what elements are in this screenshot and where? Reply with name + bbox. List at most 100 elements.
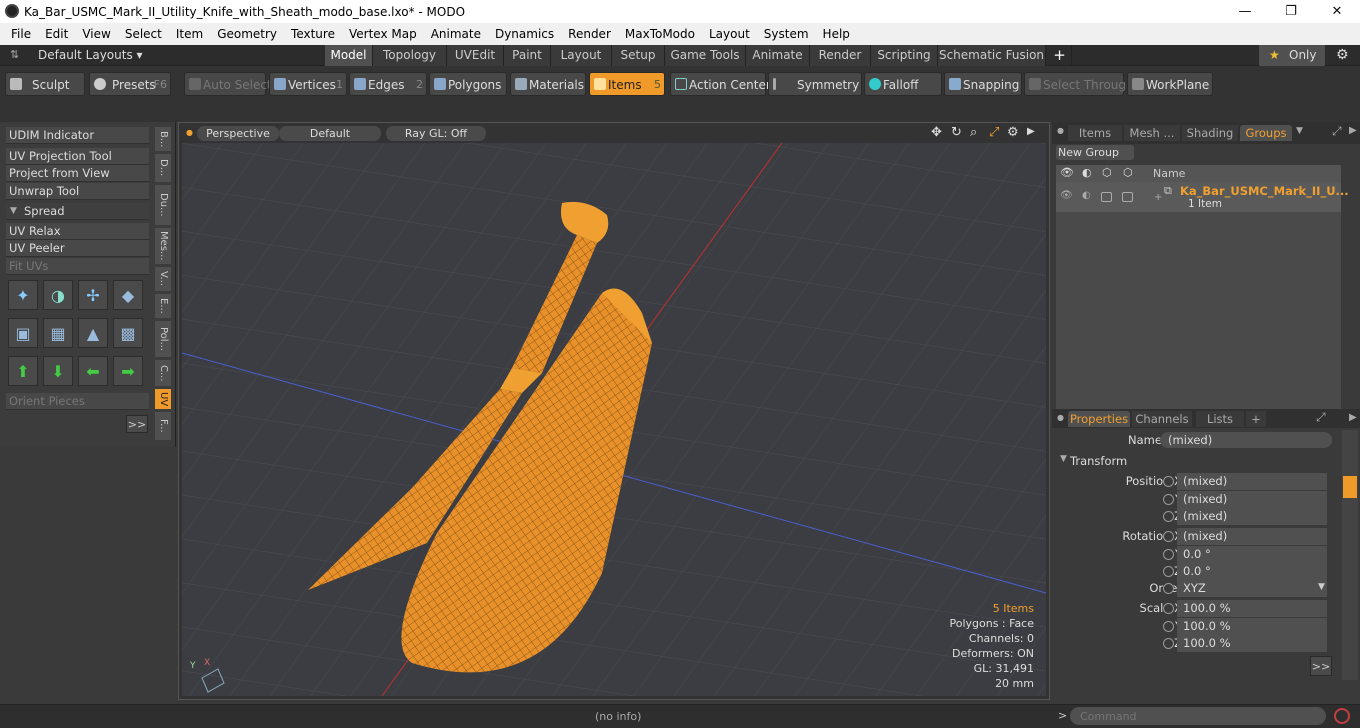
zoom-icon[interactable]: ⌕	[970, 125, 977, 140]
rotation-z-row[interactable]: Z0.0 °	[1052, 563, 1342, 580]
group-eye-icon[interactable]: 👁	[1060, 190, 1073, 201]
tab-groups[interactable]: Groups	[1240, 125, 1292, 141]
tab-shading[interactable]: Shading	[1182, 125, 1238, 141]
menu-file[interactable]: File	[4, 27, 38, 41]
arrow-right-icon[interactable]: ➡	[113, 356, 143, 386]
auto-select-button[interactable]: Auto Select	[184, 72, 272, 96]
tab-render[interactable]: Render	[810, 45, 871, 66]
lock-icon[interactable]: ◐	[1082, 166, 1092, 179]
more-tools-button[interactable]: >>	[126, 415, 148, 433]
more-properties-button[interactable]: >>	[1310, 656, 1332, 676]
workplane-button[interactable]: WorkPlane	[1127, 72, 1213, 96]
materials-button[interactable]: Materials	[510, 72, 586, 96]
rotation-x-row[interactable]: Rotation X (mixed)	[1052, 528, 1342, 545]
tab-properties[interactable]: Properties	[1068, 411, 1130, 427]
position-x-row[interactable]: Position X (mixed)	[1052, 473, 1342, 490]
eye-icon[interactable]: 👁	[1060, 166, 1074, 179]
uv-box-icon[interactable]: ◆	[113, 280, 143, 310]
menu-texture[interactable]: Texture	[284, 27, 342, 41]
tab-lists[interactable]: Lists	[1196, 411, 1244, 427]
vertices-button[interactable]: Vertices 1	[269, 72, 347, 96]
arrow-left-icon[interactable]: ⬅	[78, 356, 108, 386]
scale-x-row[interactable]: Scale X 100.0 %	[1052, 600, 1342, 617]
uv-projection-tool-button[interactable]: UV Projection Tool	[6, 148, 149, 165]
gear-icon[interactable]: ⚙	[1336, 47, 1349, 63]
keyframe-dot-icon[interactable]	[1163, 476, 1174, 487]
snapping-button[interactable]: Snapping	[944, 72, 1022, 96]
expand-panel-icon[interactable]: ⤢	[1316, 410, 1326, 425]
tab-channels[interactable]: Channels	[1132, 411, 1192, 427]
vtab-v[interactable]: V...	[155, 267, 171, 291]
chevron-down-icon[interactable]: ▼	[1060, 454, 1067, 464]
menu-dynamics[interactable]: Dynamics	[488, 27, 561, 41]
keyframe-dot-icon[interactable]	[1163, 583, 1174, 594]
vtab-e[interactable]: E...	[155, 294, 171, 318]
keyframe-dot-icon[interactable]	[1163, 531, 1174, 542]
perspective-dropdown[interactable]: Perspective	[197, 126, 279, 141]
3d-viewport[interactable]: Y X 5 Items Polygons : Face Channels: 0 …	[182, 143, 1046, 696]
uv-transform-icon[interactable]: ✦	[8, 280, 38, 310]
order-row[interactable]: OrderXYZ▼	[1052, 580, 1342, 597]
minimize-button[interactable]: —	[1222, 0, 1268, 23]
vtab-f[interactable]: F...	[155, 412, 171, 440]
tab-items[interactable]: Items	[1068, 125, 1122, 141]
uv-move-icon[interactable]: ✢	[78, 280, 108, 310]
default-layouts-dropdown[interactable]: Default Layouts ▾	[38, 48, 143, 62]
vtab-uv[interactable]: UV	[155, 389, 171, 409]
menu-select[interactable]: Select	[118, 27, 169, 41]
tab-topology[interactable]: Topology	[373, 45, 447, 66]
menu-geometry[interactable]: Geometry	[210, 27, 284, 41]
scale-y-row[interactable]: Y100.0 %	[1052, 618, 1342, 635]
group-render-checkbox[interactable]	[1101, 192, 1112, 202]
expand-arrows-icon[interactable]: ⇅	[10, 48, 19, 61]
tab-animate[interactable]: Animate	[746, 45, 810, 66]
group-select-checkbox[interactable]	[1122, 192, 1133, 202]
chevron-down-icon[interactable]: ▼	[1318, 582, 1325, 592]
vtab-c[interactable]: C...	[155, 360, 171, 386]
uv-sphere-icon[interactable]: ▩	[113, 318, 143, 348]
tab-scripting[interactable]: Scripting	[871, 45, 938, 66]
close-button[interactable]: ✕	[1314, 0, 1360, 23]
viewport-settings-icon[interactable]: ⚙	[1007, 125, 1019, 140]
select-icon[interactable]: ⬡	[1123, 166, 1133, 179]
tab-uvedit[interactable]: UVEdit	[447, 45, 504, 66]
keyframe-dot-icon[interactable]	[1163, 511, 1174, 522]
project-from-view-button[interactable]: Project from View	[6, 165, 149, 182]
rotation-y-row[interactable]: Y0.0 °	[1052, 546, 1342, 563]
fit-uvs-button[interactable]: Fit UVs	[6, 258, 149, 275]
shading-dropdown[interactable]: Default	[279, 126, 381, 141]
keyframe-dot-icon[interactable]	[1163, 621, 1174, 632]
vtab-b[interactable]: B...	[155, 127, 171, 151]
expand-plus-icon[interactable]: +	[1154, 192, 1162, 203]
spread-button[interactable]: ▼ Spread	[6, 203, 149, 220]
fit-view-icon[interactable]: ⤢	[989, 125, 999, 140]
tab-layout[interactable]: Layout	[551, 45, 612, 66]
add-tab-button[interactable]: +	[1246, 411, 1266, 427]
sculpt-button[interactable]: Sculpt	[5, 72, 85, 96]
tab-game-tools[interactable]: Game Tools	[665, 45, 746, 66]
rotate-view-icon[interactable]: ↻	[951, 125, 962, 140]
order-dropdown[interactable]: XYZ	[1177, 580, 1327, 597]
menu-animate[interactable]: Animate	[424, 27, 488, 41]
orient-pieces-button[interactable]: Orient Pieces	[6, 393, 149, 410]
name-field[interactable]: (mixed)	[1160, 432, 1332, 448]
vtab-pol[interactable]: Pol...	[155, 321, 171, 357]
tab-setup[interactable]: Setup	[612, 45, 665, 66]
uv-relax-button[interactable]: UV Relax	[6, 223, 149, 240]
tab-model[interactable]: Model	[325, 45, 373, 66]
vtab-du[interactable]: Du...	[155, 185, 171, 225]
panel-menu-icon[interactable]: ▶	[1349, 412, 1357, 423]
uv-rotate-icon[interactable]: ◑	[43, 280, 73, 310]
panel-menu-icon[interactable]: ▶	[1349, 125, 1357, 136]
expand-panel-icon[interactable]: ⤢	[1332, 124, 1342, 139]
action-center-button[interactable]: Action Center	[670, 72, 771, 96]
falloff-button[interactable]: Falloff	[864, 72, 942, 96]
transform-section[interactable]: Transform	[1070, 454, 1127, 468]
pan-icon[interactable]: ✥	[931, 125, 942, 140]
menu-help[interactable]: Help	[816, 27, 857, 41]
position-z-row[interactable]: Z(mixed)	[1052, 508, 1342, 525]
properties-side-tab[interactable]	[1343, 476, 1357, 498]
viewport-menu-icon[interactable]: ▶	[1027, 126, 1035, 137]
group-lock-icon[interactable]: ◐	[1082, 190, 1091, 201]
polygons-button[interactable]: Polygons	[429, 72, 507, 96]
